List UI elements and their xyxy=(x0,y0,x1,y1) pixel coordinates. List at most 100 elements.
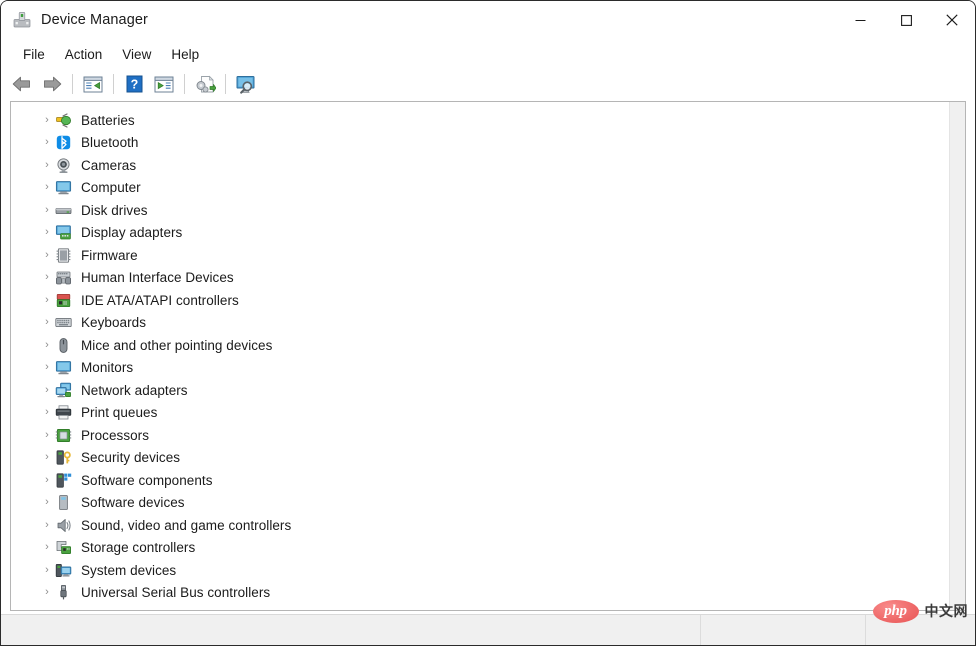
expand-chevron-icon[interactable]: › xyxy=(39,114,55,126)
console-tree-icon xyxy=(83,76,103,92)
expand-chevron-icon[interactable]: › xyxy=(39,317,55,328)
tree-item-human-interface-devices[interactable]: › Human Interface Devices xyxy=(11,267,965,290)
battery-icon xyxy=(55,112,72,129)
display-adapter-icon xyxy=(55,224,72,241)
forward-button[interactable] xyxy=(37,71,67,97)
tree-item-label: Display adapters xyxy=(81,225,183,241)
php-logo-text: php xyxy=(884,602,907,619)
menu-help[interactable]: Help xyxy=(161,44,209,65)
minimize-button[interactable] xyxy=(837,1,883,39)
expand-chevron-icon[interactable]: › xyxy=(39,294,55,306)
expand-chevron-icon[interactable]: › xyxy=(39,497,55,508)
tree-item-label: Storage controllers xyxy=(81,540,196,556)
tree-item-network-adapters[interactable]: › Network adapters xyxy=(11,379,965,402)
tree-item-sound-video-and-game-controllers[interactable]: › Sound, video and game controllers xyxy=(11,514,965,537)
tree-item-mice-and-other-pointing-devices[interactable]: › Mice and other pointing devices xyxy=(11,334,965,357)
tree-item-storage-controllers[interactable]: › Storage controllers xyxy=(11,537,965,560)
expand-chevron-icon[interactable]: › xyxy=(39,249,55,261)
expand-chevron-icon[interactable]: › xyxy=(39,429,55,441)
expand-chevron-icon[interactable]: › xyxy=(39,542,55,553)
menu-action[interactable]: Action xyxy=(55,44,113,65)
tree-item-disk-drives[interactable]: › Disk drives xyxy=(11,199,965,222)
title-bar: Device Manager xyxy=(1,1,975,39)
tree-item-processors[interactable]: › Processors xyxy=(11,424,965,447)
tree-item-label: Firmware xyxy=(81,247,138,263)
tree-item-label: Disk drives xyxy=(81,202,148,218)
tree-item-monitors[interactable]: › Monitors xyxy=(11,357,965,380)
expand-chevron-icon[interactable]: › xyxy=(39,362,55,373)
software-component-icon xyxy=(55,472,72,489)
maximize-icon xyxy=(900,14,912,26)
tree-item-ide-ata-atapi-controllers[interactable]: › IDE ATA/ATAPI controllers xyxy=(11,289,965,312)
disk-drive-icon xyxy=(55,202,72,219)
expand-chevron-icon[interactable]: › xyxy=(39,384,55,396)
tree-item-firmware[interactable]: › Firmware xyxy=(11,244,965,267)
tree-item-display-adapters[interactable]: › Display adapters xyxy=(11,222,965,245)
tree-item-label: Mice and other pointing devices xyxy=(81,337,273,353)
expand-chevron-icon[interactable]: › xyxy=(39,182,55,193)
menu-view[interactable]: View xyxy=(112,44,161,65)
tree-item-software-devices[interactable]: › Software devices xyxy=(11,492,965,515)
tree-item-system-devices[interactable]: › System devices xyxy=(11,559,965,582)
expand-chevron-icon[interactable]: › xyxy=(39,474,55,486)
properties-button[interactable] xyxy=(149,71,179,97)
device-manager-icon xyxy=(12,10,32,30)
back-button[interactable] xyxy=(7,71,37,97)
tree-item-universal-serial-bus-controllers[interactable]: › Universal Serial Bus controllers xyxy=(11,582,965,605)
tree-item-cameras[interactable]: › Cameras xyxy=(11,154,965,177)
tree-item-label: Bluetooth xyxy=(81,135,139,151)
scan-hardware-changes-button[interactable] xyxy=(231,71,261,97)
status-bar xyxy=(1,614,975,645)
ide-controller-icon xyxy=(55,292,72,309)
svg-text:?: ? xyxy=(130,77,138,91)
back-arrow-icon xyxy=(12,76,30,92)
expand-chevron-icon[interactable]: › xyxy=(39,159,55,171)
tree-item-label: Processors xyxy=(81,427,150,443)
tree-item-label: Software components xyxy=(81,472,213,488)
help-button[interactable]: ? xyxy=(119,71,149,97)
printer-icon xyxy=(55,404,72,421)
expand-chevron-icon[interactable]: › xyxy=(39,407,55,418)
scan-hardware-icon xyxy=(236,75,255,94)
tree-item-security-devices[interactable]: › Security devices xyxy=(11,447,965,470)
expand-chevron-icon[interactable]: › xyxy=(39,587,55,598)
usb-controller-icon xyxy=(55,584,72,601)
caption-button-group xyxy=(837,1,975,39)
tree-item-computer[interactable]: › Computer xyxy=(11,177,965,200)
maximize-button[interactable] xyxy=(883,1,929,39)
expand-chevron-icon[interactable]: › xyxy=(39,519,55,531)
window-title: Device Manager xyxy=(41,12,148,28)
monitor-icon xyxy=(55,359,72,376)
expand-chevron-icon[interactable]: › xyxy=(39,564,55,576)
network-adapter-icon xyxy=(55,382,72,399)
tree-item-print-queues[interactable]: › Print queues xyxy=(11,402,965,425)
tree-item-batteries[interactable]: › Batteries xyxy=(11,109,965,132)
tree-item-bluetooth[interactable]: › Bluetooth xyxy=(11,132,965,155)
tree-item-label: Sound, video and game controllers xyxy=(81,517,292,533)
expand-chevron-icon[interactable]: › xyxy=(39,272,55,283)
expand-chevron-icon[interactable]: › xyxy=(39,227,55,238)
expand-chevron-icon[interactable]: › xyxy=(39,452,55,463)
menu-file[interactable]: File xyxy=(13,44,55,65)
bluetooth-icon xyxy=(55,134,72,151)
toolbar-separator-3 xyxy=(184,74,185,94)
toolbar-separator-4 xyxy=(225,74,226,94)
security-device-icon xyxy=(55,449,72,466)
expand-chevron-icon[interactable]: › xyxy=(39,339,55,351)
computer-icon xyxy=(55,179,72,196)
tree-item-label: Cameras xyxy=(81,157,137,173)
tree-item-label: Computer xyxy=(81,180,141,196)
status-cell-main xyxy=(1,615,701,645)
expand-chevron-icon[interactable]: › xyxy=(39,204,55,216)
close-button[interactable] xyxy=(929,1,975,39)
expand-chevron-icon[interactable]: › xyxy=(39,137,55,148)
properties-window-icon xyxy=(154,76,174,92)
tree-item-software-components[interactable]: › Software components xyxy=(11,469,965,492)
show-hide-console-tree-button[interactable] xyxy=(78,71,108,97)
camera-icon xyxy=(55,157,72,174)
tree-item-label: System devices xyxy=(81,562,177,578)
tree-item-keyboards[interactable]: › Keyboards xyxy=(11,312,965,335)
close-icon xyxy=(946,14,958,26)
php-logo-icon: php xyxy=(872,599,919,623)
update-driver-button[interactable] xyxy=(190,71,220,97)
